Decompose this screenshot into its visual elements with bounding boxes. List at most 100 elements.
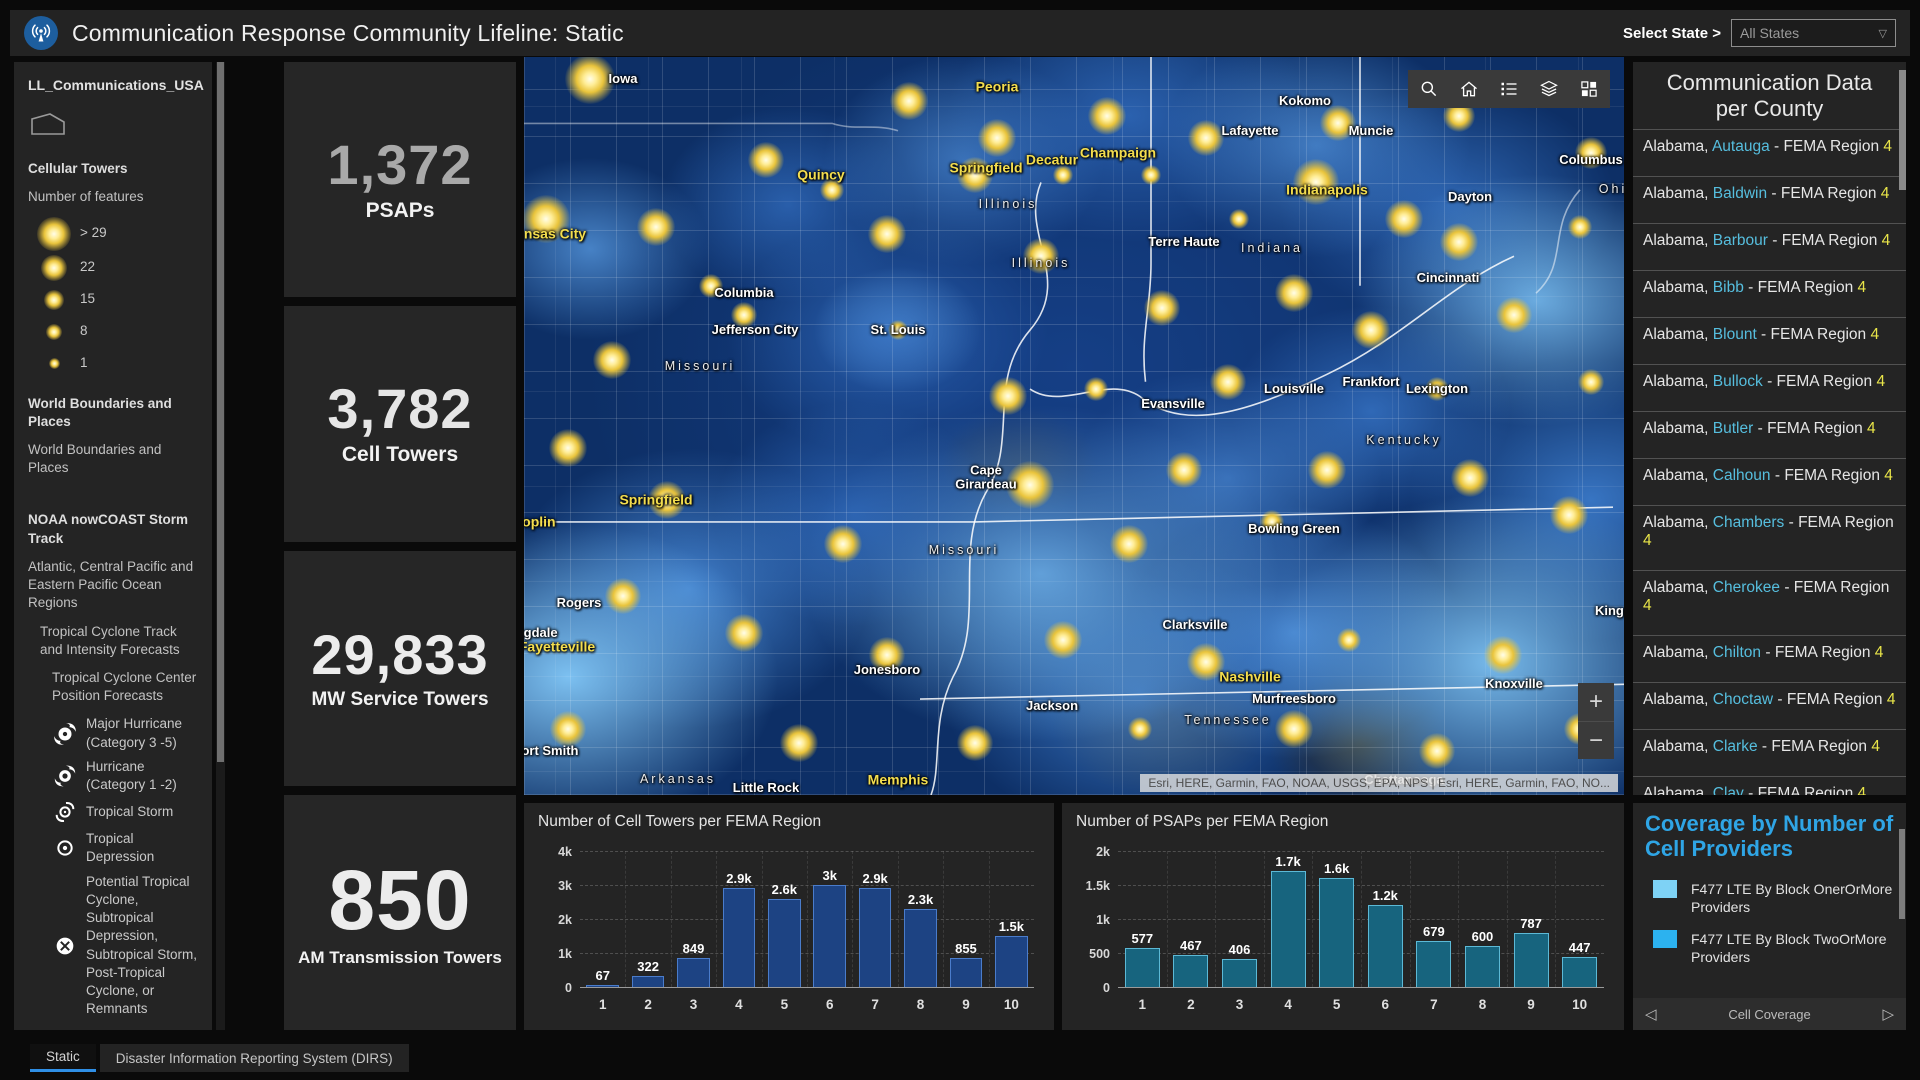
county-row[interactable]: Alabama, Bullock - FEMA Region 4 [1633, 364, 1906, 411]
fema-region-number: 4 [1884, 467, 1893, 484]
fema-region-number: 4 [1883, 138, 1892, 155]
bar-value-label: 322 [637, 959, 659, 974]
bar-value-label: 467 [1180, 938, 1202, 953]
page-title: Communication Response Community Lifelin… [72, 20, 624, 47]
bar-group: 67 [580, 851, 625, 987]
noaa-region-item: Atlantic, Central Pacific and Eastern Pa… [28, 558, 200, 613]
fema-region-number: 4 [1858, 279, 1867, 296]
bar-group: 2.9k [716, 851, 761, 987]
x-tick-label: 5 [762, 991, 807, 1013]
cell-tower-dot [731, 302, 757, 328]
county-row[interactable]: Alabama, Calhoun - FEMA Region 4 [1633, 458, 1906, 505]
cell-tower-dot [869, 637, 905, 673]
basemap-icon[interactable] [1576, 76, 1602, 102]
stat-label: Cell Towers [342, 443, 458, 467]
fema-region-label: - FEMA Region [1773, 691, 1887, 708]
cell-tower-dot [550, 711, 586, 747]
psaps-chart: Number of PSAPs per FEMA Region05001k1.5… [1062, 803, 1624, 1030]
cell-tower-dot [1337, 628, 1361, 652]
zoom-in-button[interactable]: + [1578, 683, 1614, 721]
pager-next-icon[interactable]: ▷ [1882, 1005, 1894, 1023]
cell-tower-dot [699, 274, 723, 298]
home-icon[interactable] [1456, 76, 1482, 102]
cell-tower-dot [748, 142, 784, 178]
bar-group: 1.7k [1264, 851, 1313, 987]
layers-icon[interactable] [1536, 76, 1562, 102]
county-row[interactable]: Alabama, Autauga - FEMA Region 4 [1633, 129, 1906, 176]
legend-icon[interactable] [1496, 76, 1522, 102]
x-tick-label: 7 [852, 991, 897, 1013]
county-row[interactable]: Alabama, Bibb - FEMA Region 4 [1633, 270, 1906, 317]
fema-region-label: - FEMA Region [1744, 785, 1858, 795]
tab-static[interactable]: Static [30, 1044, 96, 1072]
county-row[interactable]: Alabama, Chambers - FEMA Region 4 [1633, 505, 1906, 570]
county-row[interactable]: Alabama, Barbour - FEMA Region 4 [1633, 223, 1906, 270]
county-row[interactable]: Alabama, Clay - FEMA Region 4 [1633, 776, 1906, 795]
cell-tower-dot [1451, 459, 1489, 497]
county-scrollbar-thumb[interactable] [1899, 70, 1906, 190]
county-name: Choctaw [1713, 691, 1773, 708]
potential-cyclone-icon [52, 936, 78, 956]
county-row[interactable]: Alabama, Chilton - FEMA Region 4 [1633, 635, 1906, 682]
map-canvas[interactable]: IowaPeoriaKokomoLafayetteMuncieChampaign… [524, 57, 1624, 795]
bar [995, 936, 1028, 987]
legend-title: LL_Communications_USA [28, 76, 200, 95]
zoom-out-button[interactable]: − [1578, 721, 1614, 759]
legend-sidebar: LL_Communications_USA Cellular Towers Nu… [14, 62, 212, 1030]
bar-value-label: 2.9k [862, 871, 887, 886]
zoom-control: + − [1578, 683, 1614, 759]
pager-prev-icon[interactable]: ◁ [1645, 1005, 1657, 1023]
chart-plot-area: 05001k1.5k2k5774674061.7k1.6k1.2k6796007… [1118, 835, 1608, 1013]
glow-dot-icon [49, 358, 60, 369]
feature-size-legend: > 29221581 [28, 217, 200, 379]
bar [1514, 933, 1549, 987]
x-tick-label: 8 [1458, 991, 1507, 1013]
bar-value-label: 447 [1569, 940, 1591, 955]
y-tick-label: 1k [558, 947, 572, 961]
cell-tower-dot [890, 82, 928, 120]
tab-dirs[interactable]: Disaster Information Reporting System (D… [100, 1044, 409, 1072]
county-row[interactable]: Alabama, Clarke - FEMA Region 4 [1633, 729, 1906, 776]
coverage-swatch-icon [1653, 930, 1677, 948]
sidebar-scrollbar[interactable] [216, 62, 225, 1030]
world-boundaries-item: World Boundaries and Places [28, 441, 200, 477]
stat-label: AM Transmission Towers [298, 948, 502, 968]
fema-region-label: - FEMA Region [1767, 185, 1881, 202]
bar-value-label: 1.6k [1324, 861, 1349, 876]
cell-tower-dot [1352, 311, 1390, 349]
search-icon[interactable] [1416, 76, 1442, 102]
stat-card: 3,782Cell Towers [284, 306, 516, 541]
county-row[interactable]: Alabama, Blount - FEMA Region 4 [1633, 317, 1906, 364]
cell-tower-dot [1260, 510, 1284, 534]
stat-value: 29,833 [311, 626, 488, 685]
x-tick-label: 1 [580, 991, 625, 1013]
broadcast-logo-icon [24, 16, 58, 50]
bar-group: 679 [1410, 851, 1459, 987]
coverage-scrollbar-thumb[interactable] [1899, 829, 1905, 919]
bar-value-label: 2.9k [726, 871, 751, 886]
x-tick-label: 4 [716, 991, 761, 1013]
county-row[interactable]: Alabama, Cherokee - FEMA Region 4 [1633, 570, 1906, 635]
bar-value-label: 1.5k [999, 919, 1024, 934]
bar [768, 899, 801, 987]
y-tick-label: 500 [1089, 947, 1110, 961]
bar [586, 985, 619, 987]
cell-tower-dot [1188, 120, 1224, 156]
glow-dot-icon [46, 324, 62, 340]
cell-tower-dot [1053, 165, 1073, 185]
number-of-features-label: Number of features [28, 188, 200, 206]
stat-value: 1,372 [327, 136, 472, 195]
state-dropdown[interactable]: All States ▽ [1731, 19, 1896, 47]
county-row[interactable]: Alabama, Baldwin - FEMA Region 4 [1633, 176, 1906, 223]
county-row[interactable]: Alabama, Butler - FEMA Region 4 [1633, 411, 1906, 458]
cell-tower-dot [1484, 636, 1522, 674]
cell-tower-dot [1568, 215, 1592, 239]
cell-tower-dot [1044, 621, 1082, 659]
county-row[interactable]: Alabama, Choctaw - FEMA Region 4 [1633, 682, 1906, 729]
sidebar-scrollbar-thumb[interactable] [217, 62, 224, 762]
cell-tower-dot [637, 208, 675, 246]
coverage-swatch-icon [1653, 880, 1677, 898]
storm-legend-label: Tropical Depression [86, 830, 200, 866]
cell-tower-dot [648, 481, 686, 519]
cell-tower-dot [1425, 377, 1449, 401]
